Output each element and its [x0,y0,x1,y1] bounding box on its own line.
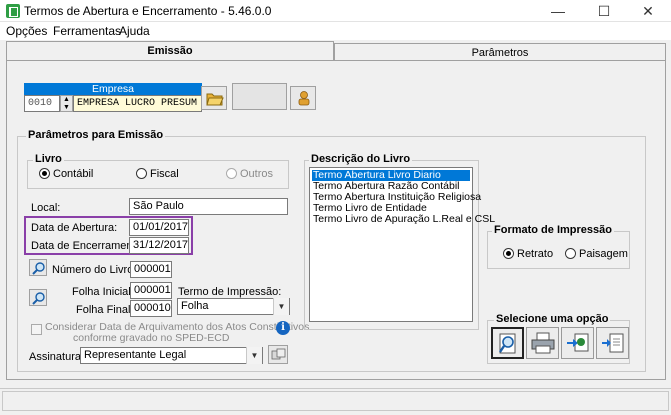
minimize-button[interactable]: — [535,0,581,22]
descricao-listbox[interactable]: Termo Abertura Livro Diario Termo Abertu… [309,167,495,322]
considerar-label-2: conforme gravado no SPED-ECD [73,332,230,344]
radio-paisagem-label: Paisagem [579,248,628,260]
status-divider [0,388,671,389]
magnifier-icon [32,262,45,275]
folder-open-icon [206,93,224,106]
close-button[interactable]: ✕ [625,0,671,22]
radio-retrato[interactable] [503,248,514,259]
numero-livro-label: Número do Livro: [52,264,137,276]
numero-livro-input[interactable]: 000001 [130,261,172,278]
data-encerramento-label: Data de Encerramento: [31,240,145,252]
open-folder-button[interactable] [201,86,227,110]
window-title: Termos de Abertura e Encerramento - 5.46… [24,4,272,18]
document-button[interactable] [596,327,629,359]
data-encerramento-input[interactable]: 31/12/2017 [129,237,189,254]
livro-group-title: Livro [33,153,64,165]
menu-opcoes[interactable]: Opções [6,24,47,38]
list-item[interactable]: Termo Livro de Apuração L.Real e CSL [312,214,495,225]
status-bar [2,391,669,411]
folha-inicial-label: Folha Inicial: [72,286,134,298]
preview-button[interactable] [491,327,524,359]
printer-icon [531,332,555,354]
empresa-header: Empresa [24,83,202,95]
menu-ajuda[interactable]: Ajuda [119,24,150,38]
radio-fiscal-label: Fiscal [150,168,179,180]
radio-contabil[interactable] [39,168,50,179]
maximize-button[interactable]: ☐ [581,0,627,22]
export-button[interactable] [561,327,594,359]
app-icon [6,4,20,18]
title-bar: Termos de Abertura e Encerramento - 5.46… [0,0,671,22]
menu-ferramentas[interactable]: Ferramentas [53,24,121,38]
chevron-down-icon: ▼ [246,347,262,364]
data-abertura-input[interactable]: 01/01/2017 [129,219,189,236]
local-input[interactable]: São Paulo [129,198,288,215]
radio-fiscal[interactable] [136,168,147,179]
empresa-name-field: EMPRESA LUCRO PRESUM [73,95,202,112]
assinatura-select[interactable]: Representante Legal ▼ [80,347,263,364]
assinatura-value: Representante Legal [84,349,187,361]
termo-impressao-label: Termo de Impressão: [178,286,282,298]
print-button[interactable] [526,327,559,359]
info-icon[interactable]: i [276,321,290,335]
magnifier-icon [32,292,45,305]
assinatura-label: Assinatura: [29,351,85,363]
user-icon [298,91,310,106]
people-icon [271,348,286,360]
assinatura-manage-button[interactable] [268,345,288,364]
opcoes-group-title: Selecione uma opção [494,313,611,325]
formato-group-title: Formato de Impressão [492,224,614,236]
descricao-group-title: Descrição do Livro [309,153,413,165]
preview-magnifier-icon [499,333,516,354]
folha-search-button[interactable] [29,289,47,306]
export-arrow-icon [567,333,589,352]
radio-outros-label: Outros [240,168,274,180]
folha-final-label: Folha Final: [76,304,134,316]
folha-inicial-input[interactable]: 000001 [130,282,172,299]
data-abertura-label: Data de Abertura: [31,222,118,234]
local-label: Local: [31,202,61,214]
document-arrow-icon [602,333,624,353]
radio-contabil-label: Contábil [53,168,94,180]
tab-emissao[interactable]: Emissão [6,41,334,62]
empresa-code-field[interactable]: 0010 [24,95,60,112]
menu-bar: Opções Ferramentas Ajuda [0,22,671,40]
params-group-title: Parâmetros para Emissão [26,129,166,141]
empresa-blank-panel [232,83,287,110]
radio-paisagem[interactable] [565,248,576,259]
radio-outros[interactable] [226,168,237,179]
radio-retrato-label: Retrato [517,248,554,260]
considerar-checkbox[interactable] [31,324,42,335]
folha-final-input[interactable]: 000010 [130,300,172,317]
user-button[interactable] [290,86,316,110]
termo-impressao-value: Folha [181,300,209,312]
empresa-stepper[interactable]: ▲ ▼ [60,95,73,112]
chevron-down-icon: ▼ [273,298,289,315]
termo-impressao-select[interactable]: Folha ▼ [177,298,290,315]
numero-livro-search-button[interactable] [29,259,47,276]
